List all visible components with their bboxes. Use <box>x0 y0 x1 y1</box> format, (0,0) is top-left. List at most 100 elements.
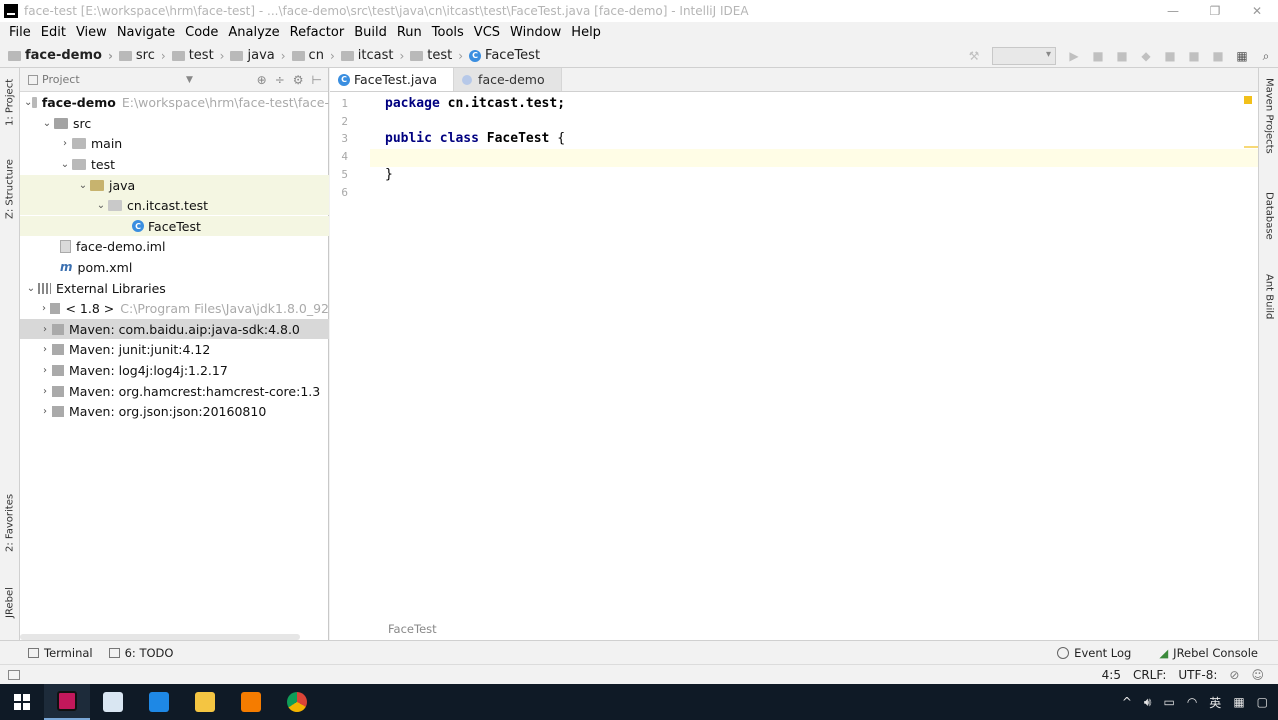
minimize-button[interactable]: — <box>1152 0 1194 22</box>
tree-item-maven-hamcrest[interactable]: › Maven: org.hamcrest:hamcrest-core:1.3 <box>20 381 329 401</box>
code-editor[interactable]: 1 2 3 4 5 6 package cn.itcast.test; publ… <box>330 92 1258 640</box>
menu-file[interactable]: File <box>4 25 36 40</box>
breadcrumb-test-pkg[interactable]: test › <box>410 48 463 63</box>
tree-item-maven-junit[interactable]: › Maven: junit:junit:4.12 <box>20 339 329 359</box>
menu-help[interactable]: Help <box>566 25 606 40</box>
menu-refactor[interactable]: Refactor <box>285 25 350 40</box>
run-configuration-select[interactable] <box>992 47 1056 65</box>
breadcrumb-java[interactable]: java › <box>230 48 286 63</box>
close-button[interactable]: ✕ <box>1236 0 1278 22</box>
terminal-tool-button[interactable]: Terminal <box>28 646 93 660</box>
menu-view[interactable]: View <box>71 25 112 40</box>
menu-build[interactable]: Build <box>349 25 392 40</box>
view-mode-dropdown-icon[interactable]: ▼ <box>186 75 193 85</box>
taskbar-sublime[interactable] <box>228 684 274 720</box>
toggle-tool-windows-icon[interactable] <box>8 669 20 680</box>
tab-face-demo[interactable]: face-demo <box>454 68 562 91</box>
collapse-arrow-icon[interactable]: › <box>38 406 52 417</box>
breadcrumb-itcast[interactable]: itcast › <box>340 48 404 63</box>
editor-breadcrumb-footer[interactable]: FaceTest <box>388 622 437 636</box>
event-log-button[interactable]: Event Log <box>1057 646 1131 660</box>
tree-item-jdk[interactable]: › < 1.8 > C:\Program Files\Java\jdk1.8.0… <box>20 298 329 318</box>
taskbar-intellij[interactable] <box>44 684 90 720</box>
collapse-arrow-icon[interactable]: › <box>58 138 72 149</box>
tree-item-face-demo[interactable]: ⌄ face-demo E:\workspace\hrm\face-test\f… <box>20 92 329 112</box>
scroll-from-source-icon[interactable]: ⊕ <box>257 73 267 87</box>
menu-navigate[interactable]: Navigate <box>112 25 180 40</box>
hide-panel-icon[interactable]: ⊢ <box>312 73 322 87</box>
taskbar-file-explorer[interactable] <box>182 684 228 720</box>
battery-icon[interactable]: ▭ <box>1163 695 1174 709</box>
jrebel-debug-icon[interactable]: ■ <box>1211 49 1225 63</box>
tree-item-maven-json[interactable]: › Maven: org.json:json:20160810 <box>20 401 329 421</box>
taskbar-vscode[interactable] <box>136 684 182 720</box>
menu-run[interactable]: Run <box>392 25 427 40</box>
coverage-icon[interactable]: ■ <box>1115 49 1129 63</box>
tree-item-maven-log4j[interactable]: › Maven: log4j:log4j:1.2.17 <box>20 360 329 380</box>
breadcrumb-test[interactable]: test › <box>171 48 224 63</box>
volume-icon[interactable]: 🔊︎ <box>1144 695 1152 710</box>
tab-facetest-java[interactable]: C FaceTest.java <box>330 68 455 91</box>
jrebel-console-button[interactable]: ◢ JRebel Console <box>1159 646 1258 660</box>
collapse-arrow-icon[interactable]: › <box>38 303 50 314</box>
caret-position[interactable]: 4:5 <box>1102 668 1121 682</box>
tool-tab-ant-build[interactable]: Ant Build <box>1261 274 1277 338</box>
expand-arrow-icon[interactable]: ⌄ <box>58 159 72 170</box>
menu-analyze[interactable]: Analyze <box>223 25 284 40</box>
taskbar-chrome[interactable] <box>274 684 320 720</box>
tree-item-cn-itcast-test[interactable]: ⌄ cn.itcast.test <box>20 195 329 215</box>
file-encoding[interactable]: UTF-8: <box>1178 668 1217 682</box>
network-icon[interactable]: ◠ <box>1187 695 1197 709</box>
breadcrumb-cn[interactable]: cn › <box>291 48 335 63</box>
tree-item-maven-baidu-aip[interactable]: › Maven: com.baidu.aip:java-sdk:4.8.0 <box>20 319 329 339</box>
collapse-arrow-icon[interactable]: › <box>38 324 52 335</box>
notifications-icon[interactable]: ▢ <box>1257 695 1268 709</box>
collapse-arrow-icon[interactable]: › <box>38 365 52 376</box>
line-separator[interactable]: CRLF: <box>1133 668 1166 682</box>
tree-item-pom[interactable]: m pom.xml <box>20 257 329 277</box>
debug-icon[interactable]: ■ <box>1091 49 1105 63</box>
build-hammer-icon[interactable]: ⚒ <box>967 49 981 63</box>
error-stripe-marker[interactable] <box>1244 146 1258 148</box>
search-everywhere-icon[interactable]: ⌕ <box>1259 49 1273 63</box>
tool-tab-jrebel[interactable]: JRebel <box>1 580 19 626</box>
read-only-lock-icon[interactable]: ⊘ <box>1229 668 1239 682</box>
menu-tools[interactable]: Tools <box>427 25 469 40</box>
breadcrumb-src[interactable]: src › <box>118 48 166 63</box>
inspection-warning-marker[interactable] <box>1244 96 1252 104</box>
settings-gear-icon[interactable]: ⚙ <box>293 73 304 87</box>
menu-window[interactable]: Window <box>505 25 566 40</box>
tree-item-facetest[interactable]: C FaceTest <box>20 216 329 236</box>
tree-item-iml[interactable]: face-demo.iml <box>20 236 329 256</box>
tree-item-main[interactable]: › main <box>20 133 329 153</box>
tree-item-src[interactable]: ⌄ src <box>20 113 329 133</box>
run-icon[interactable]: ▶ <box>1067 49 1081 63</box>
restore-button[interactable]: ❐ <box>1194 0 1236 22</box>
taskbar-notepad[interactable] <box>90 684 136 720</box>
expand-arrow-icon[interactable]: ⌄ <box>40 118 54 129</box>
menu-edit[interactable]: Edit <box>36 25 71 40</box>
project-panel-title[interactable]: Project <box>42 73 80 86</box>
expand-arrow-icon[interactable]: ⌄ <box>24 283 38 294</box>
tree-item-external-libraries[interactable]: ⌄ External Libraries <box>20 278 329 298</box>
collapse-arrow-icon[interactable]: › <box>38 386 52 397</box>
stop-icon[interactable]: ■ <box>1163 49 1177 63</box>
line-number-gutter[interactable]: 1 2 3 4 5 6 <box>330 92 370 640</box>
expand-arrow-icon[interactable]: ⌄ <box>24 97 32 108</box>
breadcrumb-facetest[interactable]: C FaceTest <box>469 48 540 63</box>
tree-item-test[interactable]: ⌄ test <box>20 154 329 174</box>
tool-tab-structure[interactable]: Z: Structure <box>1 154 19 224</box>
grid-icon[interactable]: ▦ <box>1233 695 1244 709</box>
show-hidden-icons-chevron[interactable]: ^ <box>1122 695 1132 709</box>
expand-arrow-icon[interactable]: ⌄ <box>76 180 90 191</box>
menu-vcs[interactable]: VCS <box>469 25 505 40</box>
collapse-all-icon[interactable]: ÷ <box>275 73 285 87</box>
tree-item-java[interactable]: ⌄ java <box>20 175 329 195</box>
tool-tab-project[interactable]: 1: Project <box>1 74 19 130</box>
expand-arrow-icon[interactable]: ⌄ <box>94 200 108 211</box>
breadcrumb-face-demo[interactable]: face-demo › <box>8 48 113 63</box>
hector-inspector-icon[interactable]: ☺ <box>1251 668 1264 682</box>
menu-code[interactable]: Code <box>180 25 223 40</box>
input-method-indicator[interactable]: 英 <box>1209 694 1221 711</box>
tool-tab-database[interactable]: Database <box>1261 192 1277 258</box>
